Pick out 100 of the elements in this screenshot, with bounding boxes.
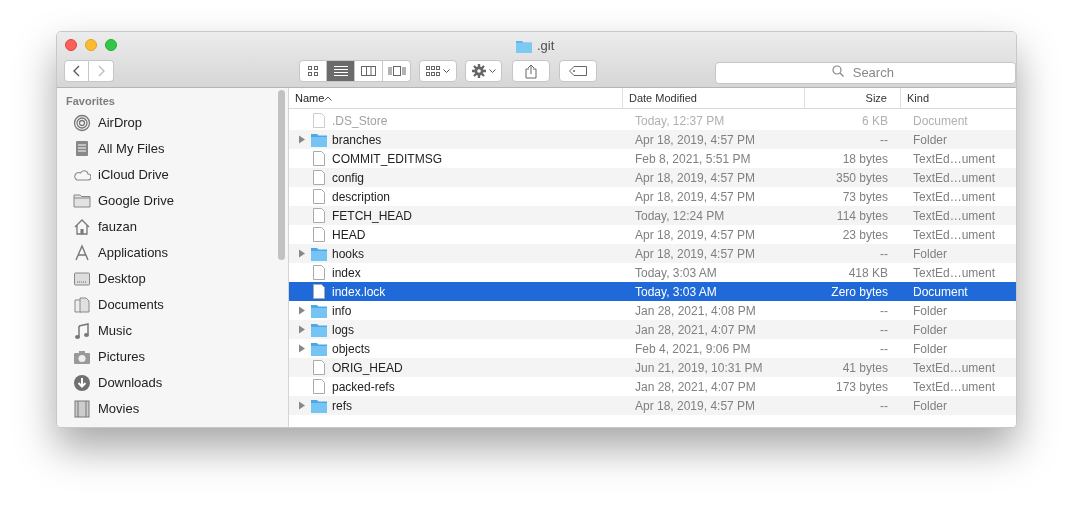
gear-icon	[471, 64, 486, 78]
list-view-icon	[333, 66, 348, 76]
sidebar-item[interactable]: Pictures	[57, 344, 149, 370]
file-name: refs	[332, 397, 352, 415]
date-modified: Jan 28, 2021, 4:07 PM	[635, 378, 756, 396]
date-modified: Feb 4, 2021, 9:06 PM	[635, 340, 751, 358]
file-kind: Folder	[913, 131, 947, 149]
date-modified: Apr 18, 2019, 4:57 PM	[635, 169, 756, 187]
sidebar-item[interactable]: Google Drive	[57, 188, 178, 214]
folder-icon	[311, 132, 327, 147]
share-button[interactable]	[512, 60, 550, 82]
arrange-button[interactable]	[419, 60, 457, 82]
file-kind: TextEd…ument	[913, 264, 996, 282]
column-header[interactable]: Date Modified	[629, 89, 697, 107]
sidebar-item[interactable]: Applications	[57, 240, 173, 266]
date-modified: Feb 8, 2021, 5:51 PM	[635, 150, 751, 168]
file-size: 73 bytes	[842, 188, 888, 206]
column-header[interactable]: Name	[295, 89, 325, 107]
sidebar-item[interactable]: AirDrop	[57, 110, 147, 136]
folder-icon	[311, 398, 327, 413]
file-kind: Folder	[913, 302, 947, 320]
file-kind: Folder	[913, 340, 947, 358]
file-name: info	[332, 302, 352, 320]
date-modified: Apr 18, 2019, 4:57 PM	[635, 188, 756, 206]
chevron-right-icon	[97, 65, 105, 77]
file-kind: TextEd…ument	[913, 150, 996, 168]
column-view-icon	[361, 66, 376, 76]
share-icon	[525, 63, 538, 79]
disclosure-triangle-icon[interactable]	[298, 325, 306, 334]
file-name: objects	[332, 340, 371, 358]
file-size: 350 bytes	[835, 169, 888, 187]
file-name: HEAD	[332, 226, 366, 244]
icon-view-icon	[308, 66, 318, 76]
selected-row[interactable]: index.lock Today, 3:03 AM Zero bytes Document	[289, 282, 1016, 301]
date-modified: Today, 12:24 PM	[635, 207, 725, 225]
document-icon	[313, 284, 325, 299]
file-name: description	[332, 188, 391, 206]
tag-icon	[568, 66, 587, 76]
file-size: 114 bytes	[836, 207, 888, 225]
zoom-button[interactable]	[105, 38, 117, 51]
file-size: --	[880, 302, 888, 320]
tray-icon	[73, 140, 91, 158]
file-size: --	[880, 340, 888, 358]
minimize-button[interactable]	[85, 38, 97, 51]
file-name: index	[332, 264, 361, 282]
file-name: COMMIT_EDITMSG	[332, 150, 442, 168]
cover-flow-icon	[387, 66, 406, 76]
camera-icon	[73, 348, 91, 366]
file-kind: Document	[913, 112, 968, 130]
file-kind: TextEd…ument	[913, 359, 996, 377]
view-button[interactable]	[355, 60, 383, 82]
sidebar-item[interactable]: All My Files	[57, 136, 169, 162]
view-button[interactable]	[327, 60, 355, 82]
chevron-down-icon	[488, 68, 496, 74]
file-size: 6 KB	[862, 112, 888, 130]
chevron-left-icon	[73, 65, 80, 77]
disclosure-triangle-icon[interactable]	[298, 401, 306, 410]
file-kind: TextEd…ument	[913, 169, 996, 187]
file-name: config	[332, 169, 365, 187]
folder-icon	[311, 341, 327, 356]
disclosure-triangle-icon[interactable]	[298, 135, 306, 144]
sidebar-item[interactable]: Documents	[57, 292, 168, 318]
sidebar-item[interactable]: fauzan	[57, 214, 142, 240]
action-button[interactable]	[464, 60, 503, 82]
chevron-down-icon	[442, 68, 450, 74]
file-name: .DS_Store	[332, 112, 388, 130]
disclosure-triangle-icon[interactable]	[298, 249, 306, 258]
sidebar-item[interactable]: iCloud Drive	[57, 162, 173, 188]
view-button[interactable]	[299, 60, 327, 82]
view-button[interactable]	[383, 60, 411, 82]
file-size: --	[880, 397, 888, 415]
documents-icon	[73, 296, 91, 314]
sidebar-item[interactable]: Music	[57, 318, 136, 344]
back-button[interactable]	[64, 60, 89, 82]
disclosure-triangle-icon[interactable]	[298, 344, 306, 353]
sidebar-item[interactable]: Desktop	[57, 266, 150, 292]
sidebar-item[interactable]: Movies	[57, 396, 144, 422]
close-button[interactable]	[65, 38, 77, 51]
file-size: --	[880, 131, 888, 149]
grid-icon	[425, 66, 440, 76]
airdrop-icon	[73, 114, 91, 132]
file-size: 173 bytes	[835, 378, 888, 396]
file-name: ORIG_HEAD	[332, 359, 403, 377]
date-modified: Jan 28, 2021, 4:08 PM	[635, 302, 756, 320]
file-size: --	[880, 245, 888, 263]
date-modified: Today, 12:37 PM	[635, 112, 725, 130]
folder-icon	[516, 38, 532, 53]
column-header[interactable]: Kind	[907, 89, 930, 107]
date-modified: Apr 18, 2019, 4:57 PM	[635, 397, 756, 415]
file-kind: Document	[913, 283, 968, 301]
house-icon	[73, 218, 91, 236]
music-note-icon	[73, 322, 91, 340]
disclosure-triangle-icon[interactable]	[298, 306, 306, 315]
file-name: packed-refs	[332, 378, 395, 396]
tag-button[interactable]	[559, 60, 597, 82]
search-field[interactable]: Search	[714, 61, 1016, 84]
file-kind: TextEd…ument	[913, 188, 996, 206]
sidebar-item[interactable]: Downloads	[57, 370, 167, 396]
column-header[interactable]: Size	[865, 89, 887, 107]
forward-button[interactable]	[89, 60, 114, 82]
